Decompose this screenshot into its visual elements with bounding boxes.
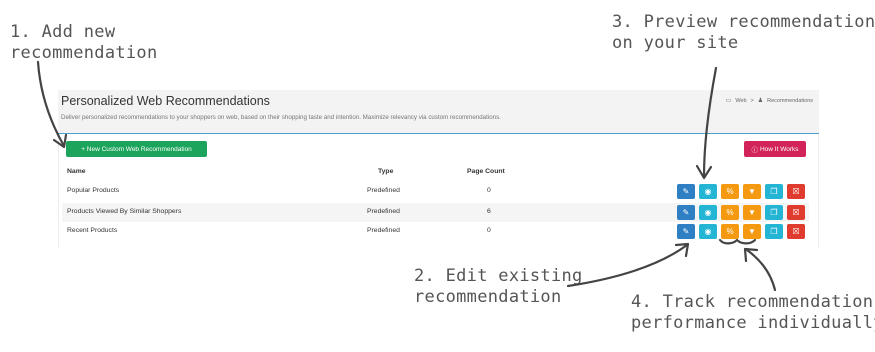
track-brace bbox=[718, 238, 757, 245]
arrow-to-preview bbox=[702, 66, 718, 178]
annotation-arrows bbox=[36, 60, 777, 292]
arrow-to-edit bbox=[566, 243, 689, 288]
arrow-to-track bbox=[745, 248, 777, 292]
arrow-to-new-button bbox=[36, 60, 66, 148]
